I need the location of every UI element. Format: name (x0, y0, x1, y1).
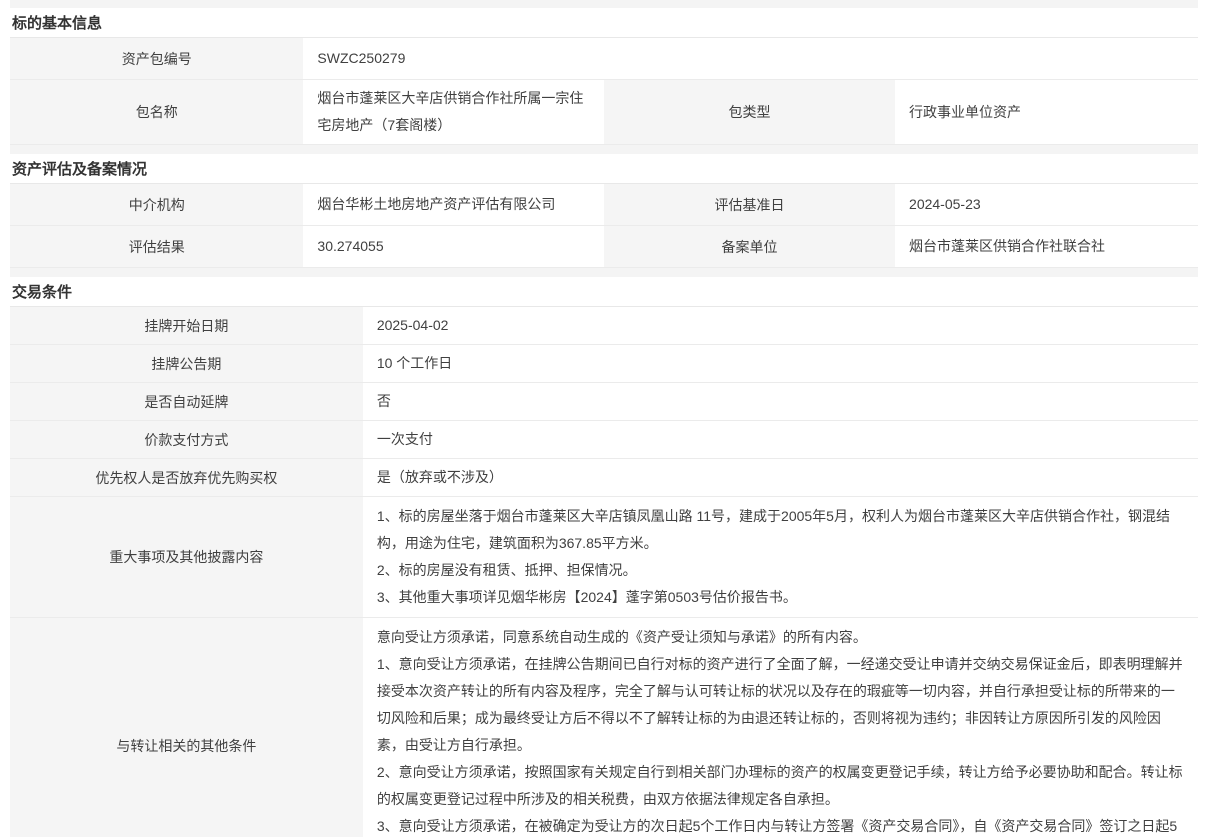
row-agency-basedate: 中介机构 烟台华彬土地房地产资产评估有限公司 评估基准日 2024-05-23 (10, 184, 1198, 226)
value-package-name: 烟台市蓬莱区大辛店供销合作社所属一宗住宅房地产（7套阁楼） (303, 80, 604, 144)
label-other-conditions: 与转让相关的其他条件 (10, 618, 363, 837)
label-major-items: 重大事项及其他披露内容 (10, 497, 363, 617)
label-package-number: 资产包编号 (10, 38, 303, 79)
label-agency: 中介机构 (10, 184, 303, 225)
label-filing-unit: 备案单位 (604, 226, 895, 267)
value-other-conditions: 意向受让方须承诺，同意系统自动生成的《资产受让须知与承诺》的所有内容。1、意向受… (363, 618, 1198, 837)
row-result-filing: 评估结果 30.274055 备案单位 烟台市蓬莱区供销合作社联合社 (10, 226, 1198, 268)
value-payment-method: 一次支付 (363, 421, 1198, 458)
appraisal-table: 中介机构 烟台华彬土地房地产资产评估有限公司 评估基准日 2024-05-23 … (10, 184, 1198, 268)
section-trade-conditions: 交易条件 挂牌开始日期 2025-04-02 挂牌公告期 10 个工作日 是否自… (10, 277, 1198, 837)
asset-detail-page: 标的基本信息 资产包编号 SWZC250279 包名称 烟台市蓬莱区大辛店供销合… (0, 0, 1208, 837)
section-title-basic: 标的基本信息 (10, 8, 1198, 38)
section-title-appraisal: 资产评估及备案情况 (10, 154, 1198, 184)
row-payment-method: 价款支付方式 一次支付 (10, 421, 1198, 459)
row-auto-extend: 是否自动延牌 否 (10, 383, 1198, 421)
section-basic-info: 标的基本信息 资产包编号 SWZC250279 包名称 烟台市蓬莱区大辛店供销合… (10, 8, 1198, 145)
row-preemptive-right: 优先权人是否放弃优先购买权 是（放弃或不涉及） (10, 459, 1198, 497)
label-auto-extend: 是否自动延牌 (10, 383, 363, 420)
row-listing-start: 挂牌开始日期 2025-04-02 (10, 307, 1198, 345)
label-listing-start: 挂牌开始日期 (10, 307, 363, 344)
label-package-name: 包名称 (10, 80, 303, 144)
label-preemptive-right: 优先权人是否放弃优先购买权 (10, 459, 363, 496)
value-filing-unit: 烟台市蓬莱区供销合作社联合社 (895, 226, 1198, 267)
value-agency: 烟台华彬土地房地产资产评估有限公司 (303, 184, 604, 225)
trade-conditions-table: 挂牌开始日期 2025-04-02 挂牌公告期 10 个工作日 是否自动延牌 否… (10, 307, 1198, 837)
section-divider (10, 0, 1198, 8)
value-major-items: 1、标的房屋坐落于烟台市蓬莱区大辛店镇凤凰山路 11号，建成于2005年5月，权… (363, 497, 1198, 617)
section-appraisal: 资产评估及备案情况 中介机构 烟台华彬土地房地产资产评估有限公司 评估基准日 2… (10, 154, 1198, 268)
row-other-conditions: 与转让相关的其他条件 意向受让方须承诺，同意系统自动生成的《资产受让须知与承诺》… (10, 618, 1198, 837)
value-base-date: 2024-05-23 (895, 184, 1198, 225)
value-package-number: SWZC250279 (303, 38, 1198, 79)
row-package-name-type: 包名称 烟台市蓬莱区大辛店供销合作社所属一宗住宅房地产（7套阁楼） 包类型 行政… (10, 80, 1198, 145)
label-notice-period: 挂牌公告期 (10, 345, 363, 382)
value-preemptive-right: 是（放弃或不涉及） (363, 459, 1198, 496)
value-listing-start: 2025-04-02 (363, 307, 1198, 344)
value-notice-period: 10 个工作日 (363, 345, 1198, 382)
value-result: 30.274055 (303, 226, 604, 267)
basic-info-table: 资产包编号 SWZC250279 包名称 烟台市蓬莱区大辛店供销合作社所属一宗住… (10, 38, 1198, 145)
section-divider (10, 145, 1198, 154)
value-package-type: 行政事业单位资产 (895, 80, 1198, 144)
section-divider (10, 268, 1198, 277)
row-major-items: 重大事项及其他披露内容 1、标的房屋坐落于烟台市蓬莱区大辛店镇凤凰山路 11号，… (10, 497, 1198, 618)
row-package-number: 资产包编号 SWZC250279 (10, 38, 1198, 80)
value-auto-extend: 否 (363, 383, 1198, 420)
section-title-trade: 交易条件 (10, 277, 1198, 307)
row-notice-period: 挂牌公告期 10 个工作日 (10, 345, 1198, 383)
label-base-date: 评估基准日 (604, 184, 895, 225)
label-package-type: 包类型 (604, 80, 895, 144)
label-result: 评估结果 (10, 226, 303, 267)
label-payment-method: 价款支付方式 (10, 421, 363, 458)
